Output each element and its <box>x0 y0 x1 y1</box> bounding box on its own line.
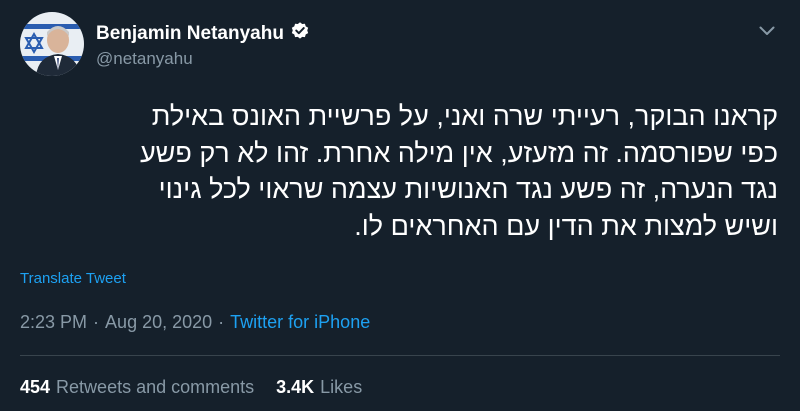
verified-badge-icon <box>290 21 310 47</box>
likes-label: Likes <box>320 377 363 397</box>
likes-stat[interactable]: 3.4K Likes <box>276 377 362 398</box>
tweet-time[interactable]: 2:23 PM <box>20 312 87 333</box>
tweet-line: קראנו הבוקר, רעייתי שרה ואני, על פרשיית … <box>151 101 778 131</box>
retweets-label: Retweets and comments <box>56 377 255 397</box>
meta-separator: · <box>218 312 225 332</box>
tweet-line: נגד הנערה, זה פשע נגד האנושיות עצמה שראו… <box>158 174 778 204</box>
author-name-row[interactable]: Benjamin Netanyahu <box>96 21 310 47</box>
avatar[interactable] <box>20 12 84 76</box>
avatar-image <box>20 12 84 76</box>
retweets-count: 454 <box>20 377 51 397</box>
divider <box>20 355 780 356</box>
likes-count: 3.4K <box>276 377 315 397</box>
tweet-meta: 2:23 PM · Aug 20, 2020 · Twitter for iPh… <box>20 312 370 333</box>
author-name[interactable]: Benjamin Netanyahu <box>96 23 284 45</box>
tweet-date[interactable]: Aug 20, 2020 <box>105 312 212 333</box>
meta-separator: · <box>93 312 100 332</box>
tweet-stats: 454 Retweets and comments 3.4K Likes <box>20 377 362 398</box>
translate-tweet-link[interactable]: Translate Tweet <box>20 270 126 287</box>
retweets-stat[interactable]: 454 Retweets and comments <box>20 377 254 398</box>
tweet-line: ושיש למצות את הדין עם האחראים לו. <box>354 210 778 241</box>
author-handle[interactable]: @netanyahu <box>96 49 193 69</box>
tweet-line: כפי שפורסמה. זה מזעזע, אין מילה אחרת. זה… <box>139 137 778 168</box>
tweet-source-link[interactable]: Twitter for iPhone <box>230 312 370 333</box>
tweet-text: קראנו הבוקר, רעייתי שרה ואני, על פרשיית … <box>18 98 778 244</box>
chevron-down-icon[interactable] <box>756 20 778 42</box>
